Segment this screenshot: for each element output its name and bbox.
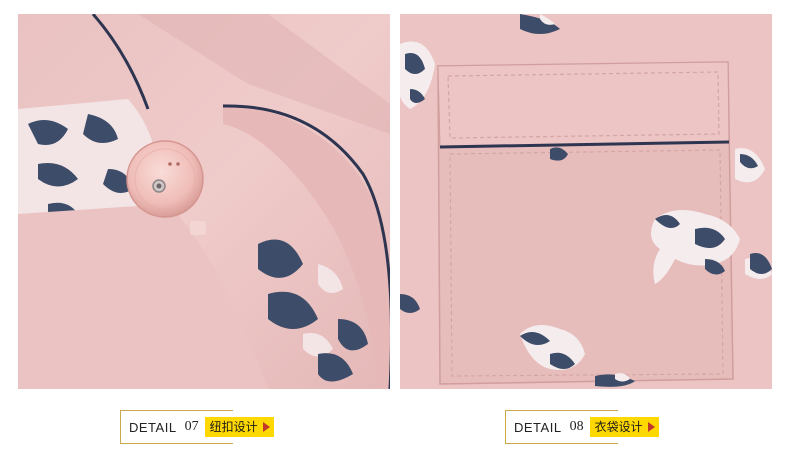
detail-number: 07: [184, 419, 199, 434]
pink-button: [126, 140, 204, 218]
detail-number: 08: [569, 419, 584, 434]
play-arrow-icon: [647, 422, 655, 432]
detail-word: DETAIL: [514, 419, 562, 435]
button-detail-photo: [18, 14, 390, 389]
detail-caption-08: DETAIL 08 衣袋设计: [505, 410, 659, 444]
detail-tag-label: 衣袋设计: [594, 420, 643, 434]
play-arrow-icon: [262, 422, 270, 432]
detail-caption-07: DETAIL 07 纽扣设计: [120, 410, 274, 444]
detail-tag: 纽扣设计: [204, 417, 274, 437]
detail-word: DETAIL: [129, 419, 177, 435]
detail-tag: 衣袋设计: [589, 417, 659, 437]
pocket-detail-photo: [400, 14, 772, 389]
detail-tag-label: 纽扣设计: [209, 420, 258, 434]
